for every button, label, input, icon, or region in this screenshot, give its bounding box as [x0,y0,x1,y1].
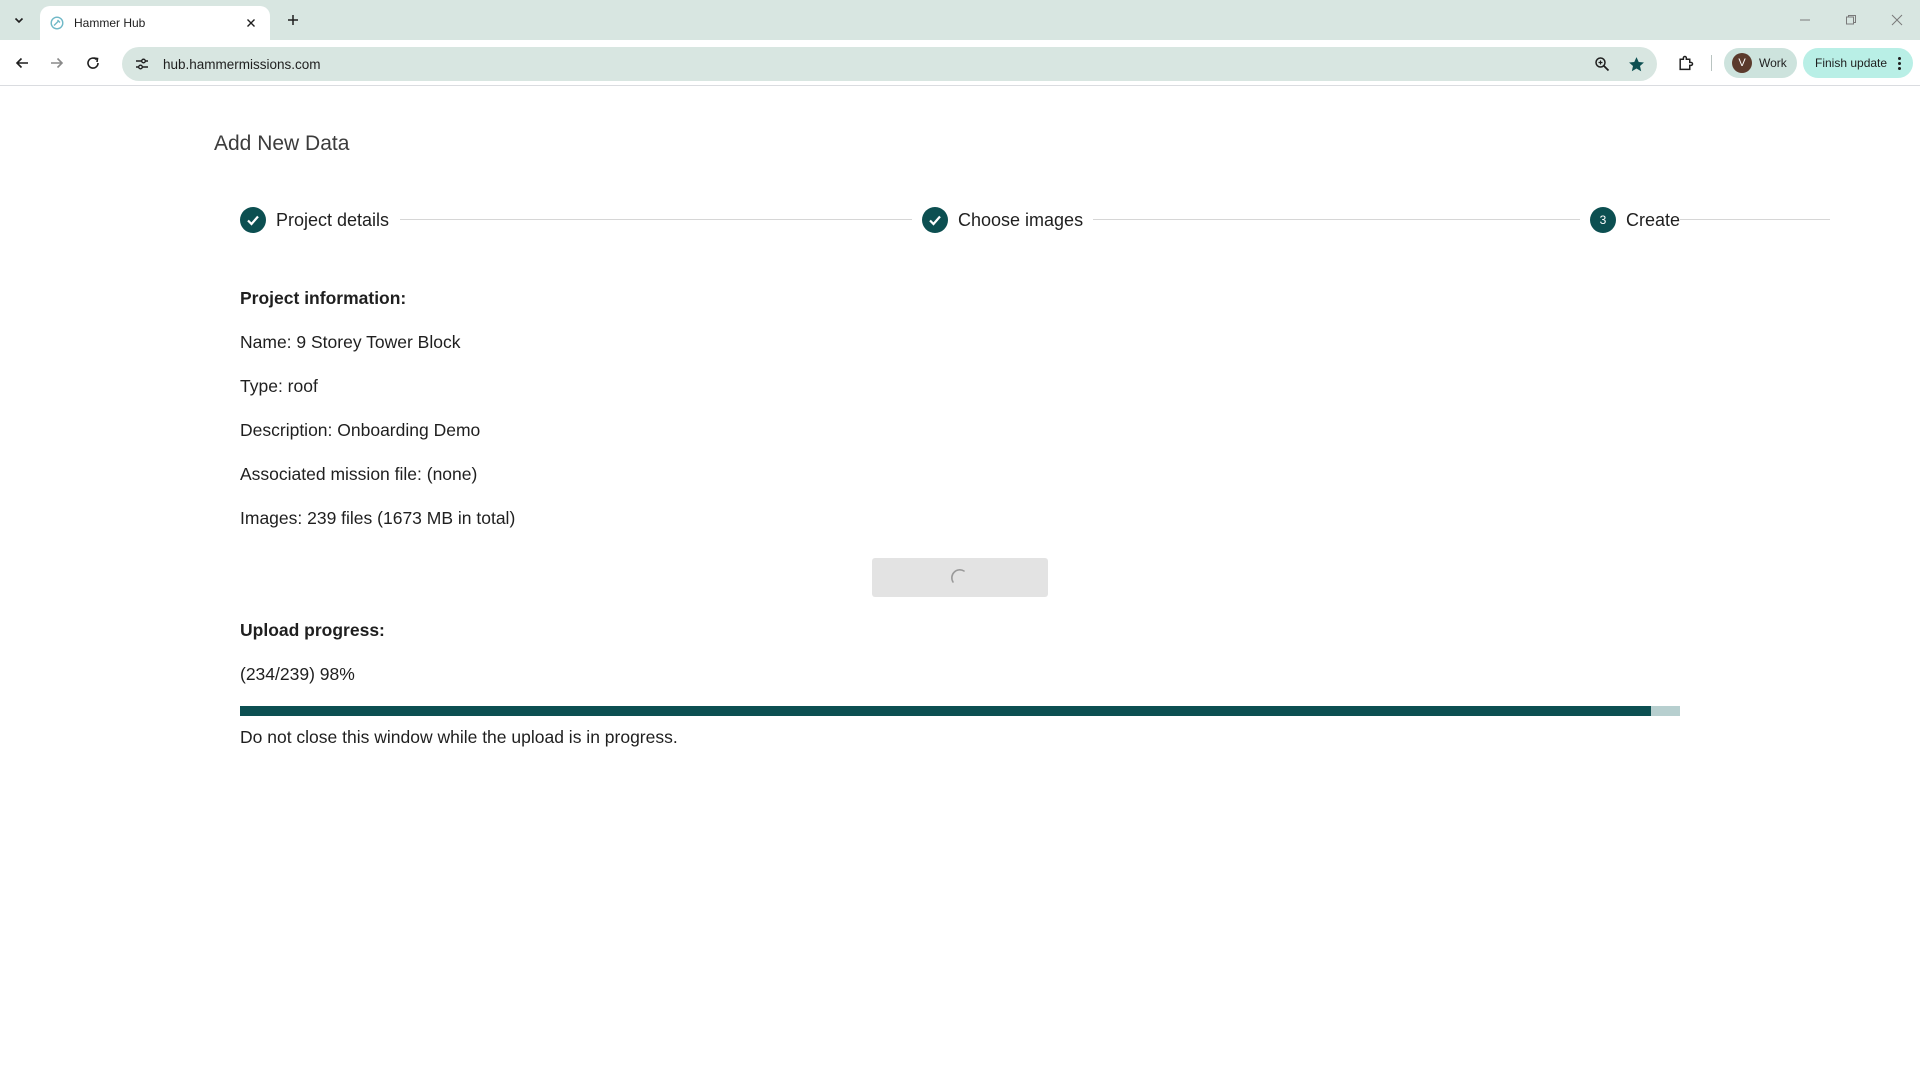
extensions-button[interactable] [1672,50,1698,76]
close-window-button[interactable] [1882,6,1912,34]
new-tab-button[interactable] [281,8,305,32]
url-text[interactable]: hub.hammermissions.com [163,57,1589,72]
associated-mission-file: Associated mission file: (none) [240,464,478,484]
restore-icon [1846,15,1856,25]
project-description: Description: Onboarding Demo [240,420,481,440]
bookmark-star-icon[interactable] [1623,51,1649,77]
forward-button[interactable] [43,49,71,77]
browser-tab[interactable]: Hammer Hub [40,6,270,40]
finish-update-label: Finish update [1815,56,1888,70]
restore-button[interactable] [1836,6,1866,34]
checkmark-icon [240,207,266,233]
loading-spinner-icon [951,568,965,583]
zoom-icon[interactable] [1589,51,1615,77]
chevron-down-icon [14,17,24,24]
reload-icon [87,57,99,69]
step-create[interactable]: 3 Create [1579,205,1680,235]
hammer-hub-favicon-icon [49,15,65,31]
arrow-right-icon [51,57,64,69]
upload-progress-bar [240,706,1680,716]
project-info-heading: Project information: [240,288,407,308]
tab-close-icon[interactable] [242,14,260,32]
upload-status: (234/239) 98% [240,664,355,684]
profile-button[interactable]: V Work [1724,48,1797,78]
reload-button[interactable] [79,49,107,77]
close-icon [1891,14,1903,26]
arrow-left-icon [15,57,28,69]
step-project-details[interactable]: Project details [240,205,400,235]
create-button[interactable] [872,558,1048,597]
plus-icon [288,15,298,25]
stepper: Project details Choose images 3 Create [240,205,1830,235]
finish-update-button[interactable]: Finish update [1803,48,1913,78]
avatar: V [1732,53,1752,73]
profile-label: Work [1759,56,1787,70]
tab-title: Hammer Hub [74,16,146,30]
minimize-icon [1800,19,1810,21]
step-connector [1080,219,1830,220]
step-label: Project details [276,209,390,230]
step-label: Choose images [958,209,1084,230]
back-button[interactable] [8,49,36,77]
step-choose-images[interactable]: Choose images [912,205,1094,235]
checkmark-icon [922,207,948,233]
site-info-icon[interactable] [130,52,154,76]
more-vertical-icon [1891,56,1907,70]
step-number: 3 [1589,207,1616,233]
toolbar-divider [1711,55,1712,71]
page-title: Add New Data [214,132,350,155]
tab-search-button[interactable] [8,9,30,31]
browser-toolbar: hub.hammermissions.com V Work Finish upd… [0,40,1920,86]
project-type: Type: roof [240,376,318,396]
upload-progress-heading: Upload progress: [240,620,385,640]
tab-strip: Hammer Hub [0,0,1920,40]
images-summary: Images: 239 files (1673 MB in total) [240,508,516,528]
address-bar[interactable]: hub.hammermissions.com [122,47,1657,81]
upload-warning: Do not close this window while the uploa… [240,727,678,747]
upload-progress-fill [240,706,1652,716]
minimize-button[interactable] [1790,6,1820,34]
step-label: Create [1625,209,1680,230]
project-name: Name: 9 Storey Tower Block [240,332,461,352]
puzzle-piece-icon [1678,55,1693,70]
